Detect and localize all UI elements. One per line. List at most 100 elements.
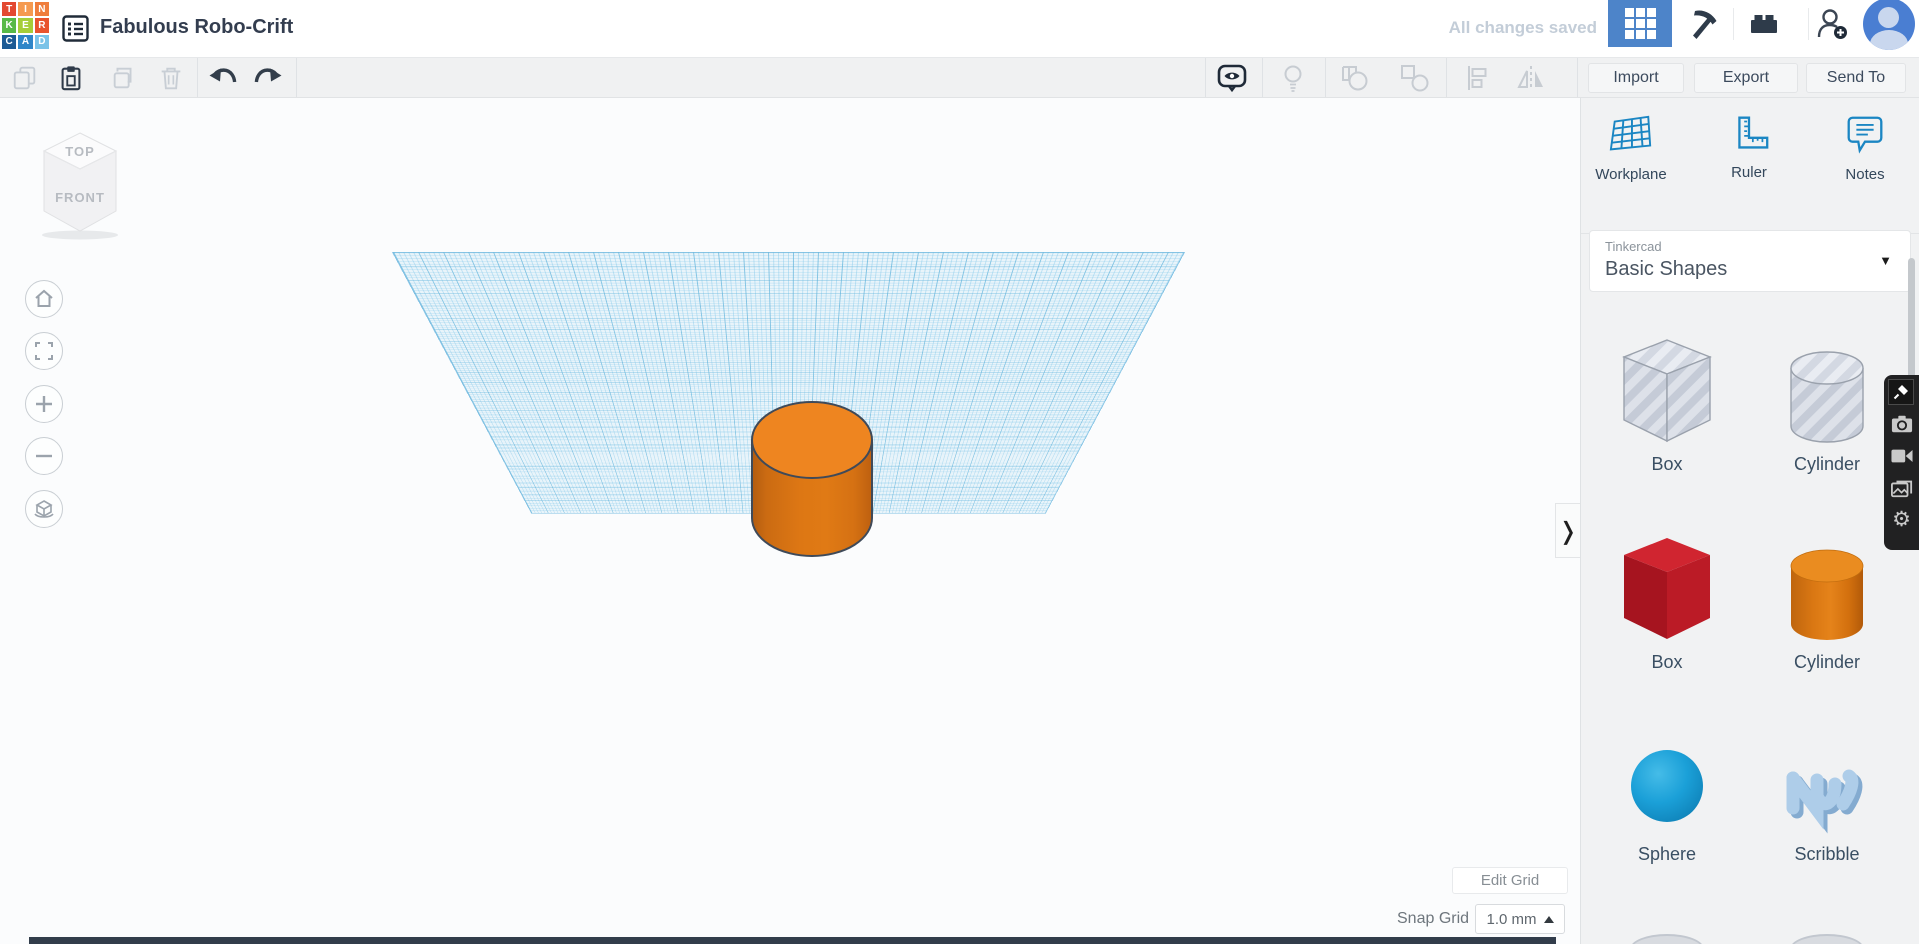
blocks-view-button[interactable]: [1608, 0, 1672, 47]
viewcube-top-label[interactable]: TOP: [65, 144, 95, 159]
ruler-icon: [1738, 116, 1769, 149]
fit-view-button[interactable]: [25, 332, 63, 370]
toolbar-divider: [1446, 58, 1447, 97]
shape-sphere[interactable]: Sphere: [1607, 738, 1727, 865]
person-add-icon: [1817, 9, 1847, 39]
toolbar-divider: [1577, 58, 1578, 97]
home-view-button[interactable]: [25, 280, 63, 318]
group-button[interactable]: [1339, 62, 1371, 94]
workplane-tool[interactable]: Workplane: [1583, 112, 1679, 183]
show-all-button[interactable]: [1216, 62, 1248, 94]
import-button[interactable]: Import: [1588, 63, 1684, 93]
toolbar-divider: [197, 58, 198, 97]
workplane-tool-label: Workplane: [1595, 166, 1667, 183]
share-invite-button[interactable]: [1814, 6, 1850, 42]
save-status: All changes saved: [1448, 18, 1597, 37]
gallery-button[interactable]: [1888, 474, 1915, 501]
duplicate-button[interactable]: [108, 62, 140, 94]
undo-button[interactable]: [206, 62, 238, 94]
plus-icon: [36, 396, 52, 412]
delete-button[interactable]: [155, 62, 187, 94]
caret-down-icon: ▼: [1879, 253, 1892, 268]
record-video-button[interactable]: [1888, 442, 1915, 469]
design-title[interactable]: Fabulous Robo-Crift: [100, 16, 293, 39]
viewcube-front-label[interactable]: FRONT: [55, 190, 105, 205]
library-selected-value: Basic Shapes: [1605, 258, 1728, 280]
panel-collapse-handle[interactable]: ❭: [1555, 503, 1580, 558]
notes-icon: [1847, 116, 1883, 154]
workplane-front-edge: [29, 937, 1556, 944]
send-to-button[interactable]: Send To: [1806, 63, 1906, 93]
lego-export-button[interactable]: [1746, 6, 1782, 42]
capture-settings-button[interactable]: ⚙: [1888, 506, 1915, 533]
export-button[interactable]: Export: [1694, 63, 1798, 93]
light-mode-button[interactable]: [1277, 62, 1309, 94]
toolbar-divider: [296, 58, 297, 97]
zoom-in-button[interactable]: [25, 385, 63, 423]
ruler-tool-label: Ruler: [1731, 164, 1767, 181]
orange-cylinder-icon: [1790, 549, 1864, 640]
ungroup-button[interactable]: [1399, 62, 1431, 94]
copy-icon: [13, 66, 36, 90]
hole-box-icon: [1622, 339, 1712, 443]
undo-icon: [209, 68, 237, 83]
toolbar-divider: [1325, 58, 1326, 97]
minecraft-export-button[interactable]: [1684, 6, 1720, 42]
perspective-toggle-button[interactable]: [25, 490, 63, 528]
notes-tool[interactable]: Notes: [1817, 112, 1913, 183]
align-button[interactable]: [1459, 62, 1491, 94]
shape-partial[interactable]: [1630, 934, 1704, 944]
shape-label: Sphere: [1637, 844, 1697, 864]
snap-grid-label: Snap Grid: [1397, 910, 1470, 927]
shape-hole-cylinder[interactable]: Cylinder: [1767, 344, 1887, 475]
hole-cylinder-icon: [1790, 351, 1864, 443]
tinkercad-logo[interactable]: TIN KER CAD: [2, 2, 49, 49]
cylinder-object[interactable]: [746, 396, 878, 564]
library-brand: Tinkercad: [1605, 239, 1662, 254]
redo-button[interactable]: [253, 62, 285, 94]
user-avatar[interactable]: [1863, 0, 1915, 50]
camera-icon: [1891, 415, 1912, 432]
panel-scrollbar-thumb[interactable]: [1908, 258, 1915, 392]
shape-partial[interactable]: [1790, 934, 1864, 944]
shape-cylinder[interactable]: Cylinder: [1767, 542, 1887, 673]
zoom-out-button[interactable]: [25, 437, 63, 475]
gear-icon: ⚙: [1892, 507, 1911, 531]
design-menu-icon[interactable]: [62, 15, 89, 47]
mirror-button[interactable]: [1515, 62, 1547, 94]
duplicate-icon: [113, 67, 132, 89]
notes-tool-label: Notes: [1845, 166, 1885, 183]
shape-hole-box[interactable]: Box: [1607, 336, 1727, 475]
workplane-icon: [1609, 115, 1652, 151]
home-icon: [35, 289, 53, 307]
shape-library-select[interactable]: Tinkercad Basic Shapes ▼: [1589, 230, 1911, 292]
ruler-tool[interactable]: Ruler: [1701, 112, 1797, 181]
snap-grid-value: 1.0 mm: [1486, 910, 1537, 928]
lightbulb-icon: [1284, 65, 1302, 92]
images-icon: [1890, 480, 1912, 497]
toolbar-divider: [1262, 58, 1263, 97]
paste-button[interactable]: [55, 62, 87, 94]
shape-box[interactable]: Box: [1607, 534, 1727, 673]
shape-scribble[interactable]: Scribble: [1767, 738, 1887, 865]
snap-grid-select[interactable]: 1.0 mm: [1475, 904, 1565, 934]
video-camera-icon: [1890, 449, 1913, 462]
brick-icon: [1751, 15, 1777, 33]
fit-view-icon: [35, 342, 53, 360]
design-viewport[interactable]: TOP FRONT Edit Grid Snap Grid 1.0 mm ❭: [0, 98, 1580, 944]
avatar-head: [1878, 7, 1899, 28]
shape-label: Box: [1651, 454, 1683, 474]
minus-icon: [36, 454, 52, 458]
caret-up-icon: [1543, 915, 1554, 923]
mirror-icon: [1517, 66, 1543, 90]
shapes-panel: Workplane Ruler Notes Tinkercad Basic Sh…: [1580, 98, 1919, 944]
copy-button[interactable]: [9, 62, 41, 94]
header-divider: [1808, 8, 1809, 40]
edit-toolbar: Import Export Send To: [0, 57, 1919, 98]
edit-grid-button[interactable]: Edit Grid: [1452, 867, 1568, 894]
screenshot-button[interactable]: [1888, 410, 1915, 437]
tinkercad-editor: TIN KER CAD Fabulous Robo-Crift All chan…: [0, 0, 1919, 944]
header-divider: [1733, 8, 1734, 40]
pin-button[interactable]: [1888, 379, 1914, 405]
view-cube[interactable]: TOP FRONT: [38, 130, 122, 242]
